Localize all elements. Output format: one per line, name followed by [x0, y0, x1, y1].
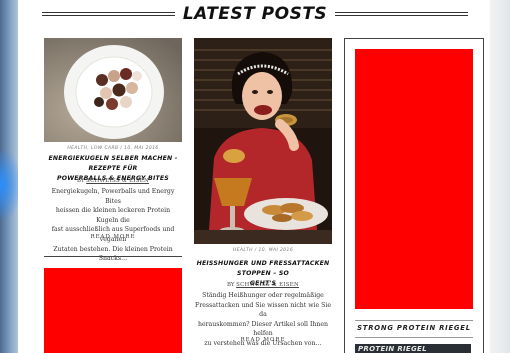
excerpt-line: heissen die kleinen leckeren Protein Kug… — [55, 207, 171, 224]
widget-rule-top — [355, 320, 473, 321]
post-title-line: ENERGIEKUGELN SELBER MACHEN - REZEPTE FÜ… — [48, 155, 178, 172]
woman-eating-image — [194, 38, 332, 244]
excerpt-line: Zutaten bestehen. Die kleinen Protein Sn… — [53, 245, 173, 263]
post-excerpt: Energiekugeln, Powerballs und Energy Bit… — [44, 187, 182, 264]
read-more-link[interactable]: READ MORE — [44, 234, 182, 240]
post-byline: BY SCHWEISS & EISEN — [44, 178, 182, 184]
post-card-energiekugeln: HEALTH, LOW CARB / 10. MAI 2016 ENERGIEK… — [44, 38, 182, 262]
excerpt-line: Ständig Heißhunger oder regelmäßige — [202, 292, 324, 299]
author-link[interactable]: SCHWEISS & EISEN — [86, 178, 149, 184]
post-image-woman-eating[interactable] — [194, 38, 332, 244]
author-link[interactable]: SCHWEISS & EISEN — [236, 282, 299, 288]
excerpt-line: Fressattacken und Sie wissen nicht wie S… — [194, 301, 332, 319]
byline-prefix: BY — [226, 282, 235, 288]
excerpt-line: Energiekugeln, Powerballs und Energy Bit… — [51, 188, 175, 205]
promo-label: PROTEIN RIEGEL — [358, 345, 427, 353]
heading-rule-right — [335, 12, 469, 16]
ad-placeholder-left[interactable] — [44, 268, 182, 353]
heading-rule-left — [42, 12, 175, 16]
post-image-energy-balls[interactable] — [44, 38, 182, 142]
post-card-heisshunger: HEALTH / 10. MAI 2016 HEISSHUNGER UND FR… — [194, 38, 332, 353]
post-meta: HEALTH, LOW CARB / 10. MAI 2016 — [67, 146, 159, 151]
post-meta: HEALTH / 10. MAI 2016 — [232, 248, 294, 253]
byline-prefix: BY — [76, 178, 85, 184]
section-heading: LATEST POSTS — [42, 2, 469, 26]
read-more-link[interactable]: READ MORE — [194, 337, 332, 343]
widget-title: STRONG PROTEIN RIEGEL — [357, 324, 471, 332]
ad-placeholder-sidebar[interactable] — [355, 49, 473, 309]
post-title-line: HEISSHUNGER UND FRESSATTACKEN STOPPEN – … — [196, 260, 330, 277]
screen-edge-right — [488, 0, 510, 353]
sidebar-widget: STRONG PROTEIN RIEGEL PROTEIN RIEGEL — [344, 38, 484, 353]
widget-rule-bottom — [355, 337, 473, 338]
energy-balls-plate-image — [44, 38, 182, 142]
section-title: LATEST POSTS — [182, 4, 328, 24]
post-byline: BY SCHWEISS & EISEN — [194, 282, 332, 288]
protein-bar-promo[interactable]: PROTEIN RIEGEL — [355, 344, 471, 353]
blog-page: LATEST POSTS HEALTH, LOW CARB / 10. MAI … — [18, 0, 490, 353]
post-divider — [44, 256, 182, 257]
